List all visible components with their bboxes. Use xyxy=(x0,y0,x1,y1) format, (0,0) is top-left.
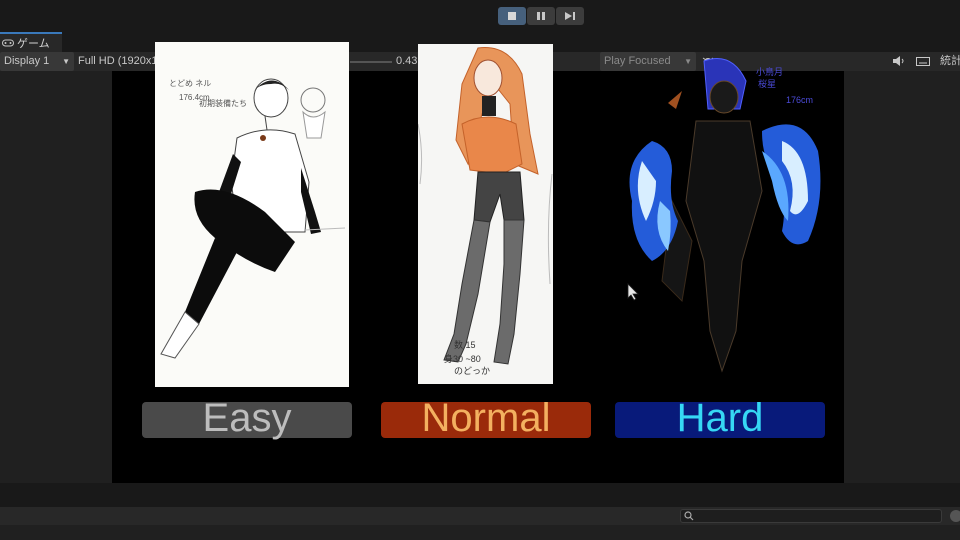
pause-button[interactable] xyxy=(527,7,555,25)
hard-button[interactable]: Hard xyxy=(615,398,825,438)
normal-button[interactable]: Normal xyxy=(381,398,591,438)
search-icon xyxy=(684,511,694,521)
hard-character-art[interactable]: 小鳥月 桜星 176cm xyxy=(612,51,832,391)
search-input[interactable] xyxy=(680,509,942,523)
svg-text:桜星: 桜星 xyxy=(758,78,776,89)
audio-icon[interactable] xyxy=(892,52,910,71)
mouse-cursor-icon xyxy=(627,283,639,301)
stats-button[interactable]: 統計 xyxy=(940,52,960,71)
svg-text:初期装備たち: 初期装備たち xyxy=(199,98,247,108)
keyboard-icon[interactable] xyxy=(916,52,934,71)
step-button[interactable] xyxy=(556,7,584,25)
game-canvas[interactable]: とどめ ネル 176.4cm 初期装備たち 数 15 身30 ~80 のどっか … xyxy=(112,42,844,483)
top-toolbar xyxy=(0,0,960,32)
play-controls xyxy=(498,7,584,25)
normal-button-label: Normal xyxy=(421,396,551,440)
info-icon[interactable] xyxy=(950,510,960,522)
scale-value: 0.43 xyxy=(396,55,418,67)
chevron-down-icon: ▼ xyxy=(62,57,70,66)
svg-text:とどめ ネル: とどめ ネル xyxy=(169,79,211,88)
tab-game-label: ゲーム xyxy=(17,38,50,50)
tab-game[interactable]: ゲーム xyxy=(0,32,62,52)
hard-button-label: Hard xyxy=(676,396,764,440)
svg-text:身30 ~80: 身30 ~80 xyxy=(444,353,481,364)
normal-character-art[interactable]: 数 15 身30 ~80 のどっか xyxy=(417,44,553,384)
scale-slider[interactable] xyxy=(350,61,392,63)
display-label: Display 1 xyxy=(4,55,50,67)
gamepad-icon xyxy=(2,39,14,47)
step-icon xyxy=(565,12,575,20)
svg-text:数 15: 数 15 xyxy=(454,339,476,350)
play-button[interactable] xyxy=(498,7,526,25)
easy-button-label: Easy xyxy=(202,396,292,440)
easy-button[interactable]: Easy xyxy=(142,398,352,438)
pause-icon xyxy=(537,12,545,20)
footer-bar xyxy=(0,525,960,540)
stop-icon xyxy=(508,12,516,20)
display-dropdown[interactable]: Display 1 ▼ xyxy=(0,52,74,71)
game-view: とどめ ネル 176.4cm 初期装備たち 数 15 身30 ~80 のどっか … xyxy=(0,42,960,483)
svg-text:176cm: 176cm xyxy=(786,95,813,105)
svg-text:小鳥月: 小鳥月 xyxy=(756,66,783,77)
easy-character-art[interactable]: とどめ ネル 176.4cm 初期装備たち xyxy=(155,42,349,387)
resolution-dropdown[interactable]: Full HD (1920x1 xyxy=(78,52,156,71)
console-toolbar xyxy=(0,507,960,525)
status-bar xyxy=(0,483,960,507)
resolution-label: Full HD (1920x1 xyxy=(78,55,156,67)
svg-text:のどっか: のどっか xyxy=(454,366,490,376)
